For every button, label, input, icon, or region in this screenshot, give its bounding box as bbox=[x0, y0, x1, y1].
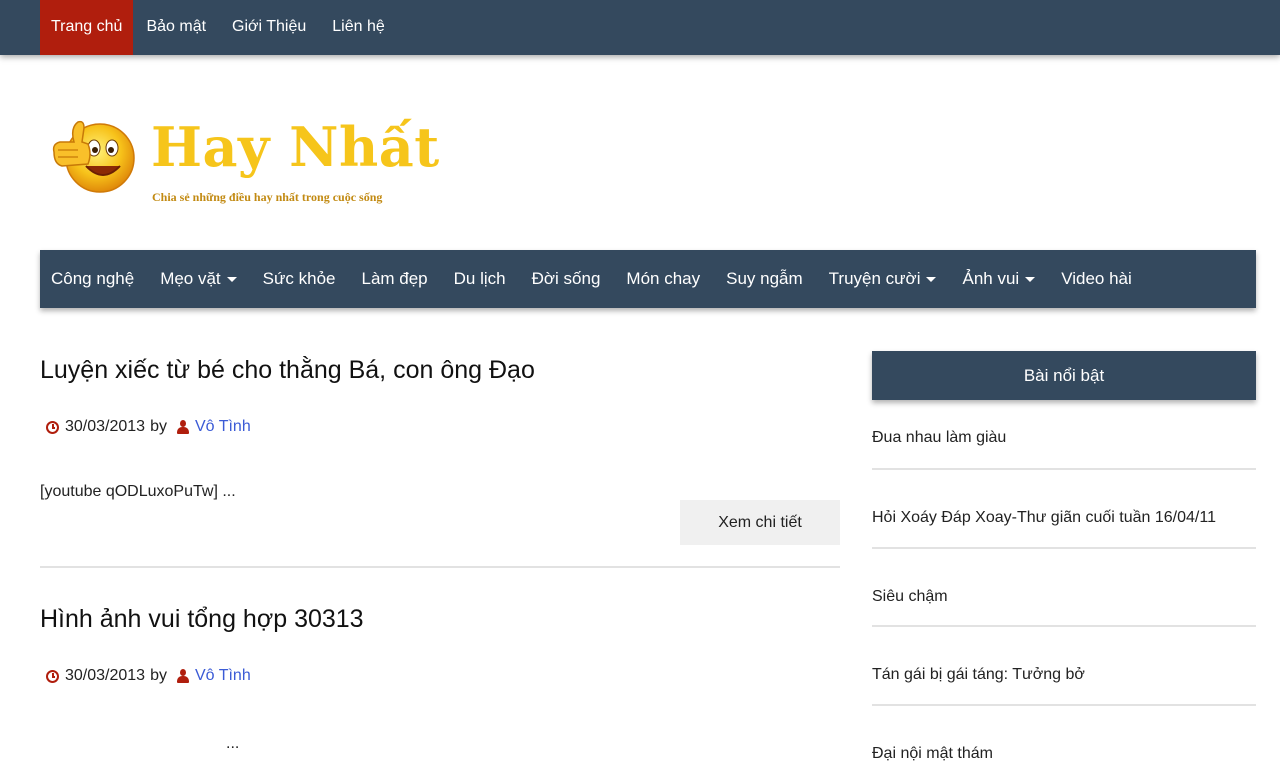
post-by-label: by bbox=[150, 667, 167, 684]
nav-label: Món chay bbox=[626, 269, 701, 288]
read-more-button[interactable]: Xem chi tiết bbox=[680, 500, 840, 545]
featured-post-link[interactable]: Tán gái bị gái táng: Tưởng bở bbox=[872, 627, 1256, 706]
caret-down-icon bbox=[926, 276, 937, 282]
nav-label: Công nghệ bbox=[51, 269, 135, 288]
top-bar: Trang chủ Bảo mật Giới Thiệu Liên hệ bbox=[0, 0, 1280, 55]
logo-tagline: Chia sẻ những điều hay nhất trong cuộc s… bbox=[152, 190, 383, 204]
site-logo[interactable]: Hay Nhất Chia sẻ những điều hay nhất tro… bbox=[48, 108, 439, 208]
featured-post-link[interactable]: Siêu chậm bbox=[872, 549, 1256, 627]
nav-label: Du lịch bbox=[453, 269, 506, 288]
featured-posts-list: Đua nhau làm giàu Hỏi Xoáy Đáp Xoay-Thư … bbox=[872, 400, 1256, 768]
post-excerpt: ... bbox=[226, 735, 240, 752]
nav-label: Sức khỏe bbox=[262, 269, 336, 288]
post-author-link[interactable]: Vô Tình bbox=[195, 418, 251, 436]
nav-label: Suy ngẫm bbox=[726, 269, 803, 288]
featured-post-link[interactable]: Đua nhau làm giàu bbox=[872, 400, 1256, 470]
topnav-contact[interactable]: Liên hệ bbox=[319, 0, 398, 55]
nav-cong-nghe[interactable]: Công nghệ bbox=[40, 250, 147, 308]
post-card: Hình ảnh vui tổng hợp 30313 30/03/2013 b… bbox=[40, 605, 840, 768]
clock-icon bbox=[46, 420, 59, 434]
sidebar: Bài nổi bật Đua nhau làm giàu Hỏi Xoáy Đ… bbox=[872, 351, 1256, 768]
nav-label: Ảnh vui bbox=[962, 269, 1020, 288]
post-meta: 30/03/2013 by Vô Tình bbox=[40, 667, 251, 685]
nav-mon-chay[interactable]: Món chay bbox=[613, 250, 713, 308]
nav-suy-ngam[interactable]: Suy ngẫm bbox=[713, 250, 816, 308]
user-icon bbox=[176, 669, 189, 683]
nav-label: Truyện cười bbox=[828, 269, 921, 288]
nav-truyen-cuoi[interactable]: Truyện cười bbox=[816, 250, 950, 308]
post-by-label: by bbox=[150, 418, 167, 435]
widget-title: Bài nổi bật bbox=[872, 351, 1256, 400]
nav-du-lich[interactable]: Du lịch bbox=[441, 250, 519, 308]
nav-label: Video hài bbox=[1061, 269, 1132, 288]
post-title[interactable]: Hình ảnh vui tổng hợp 30313 bbox=[40, 605, 840, 634]
top-nav: Trang chủ Bảo mật Giới Thiệu Liên hệ bbox=[40, 0, 398, 55]
nav-label: Làm đẹp bbox=[361, 269, 428, 288]
post-meta: 30/03/2013 by Vô Tình bbox=[40, 418, 251, 436]
post-divider bbox=[40, 566, 840, 568]
clock-icon bbox=[46, 669, 59, 683]
topnav-home[interactable]: Trang chủ bbox=[40, 0, 134, 55]
nav-suc-khoe[interactable]: Sức khỏe bbox=[250, 250, 349, 308]
nav-doi-song[interactable]: Đời sống bbox=[519, 250, 614, 308]
post-date: 30/03/2013 bbox=[65, 667, 146, 684]
nav-label: Mẹo vặt bbox=[160, 269, 221, 288]
user-icon bbox=[176, 420, 189, 434]
nav-video-hai[interactable]: Video hài bbox=[1048, 250, 1145, 308]
post-date: 30/03/2013 bbox=[65, 418, 146, 435]
topnav-about[interactable]: Giới Thiệu bbox=[219, 0, 319, 55]
featured-post-link[interactable]: Hỏi Xoáy Đáp Xoay-Thư giãn cuối tuần 16/… bbox=[872, 470, 1256, 549]
post-title[interactable]: Luyện xiếc từ bé cho thằng Bá, con ông Đ… bbox=[40, 356, 840, 385]
thumbs-up-smiley-icon bbox=[52, 120, 135, 193]
nav-label: Đời sống bbox=[531, 269, 601, 288]
nav-lam-dep[interactable]: Làm đẹp bbox=[348, 250, 440, 308]
post-excerpt: [youtube qODLuxoPuTw] ... bbox=[40, 483, 236, 500]
logo-title: Hay Nhất bbox=[151, 115, 440, 179]
nav-anh-vui[interactable]: Ảnh vui bbox=[949, 250, 1048, 308]
caret-down-icon bbox=[1025, 276, 1036, 282]
main-nav: Công nghệ Mẹo vặt Sức khỏe Làm đẹp Du lị… bbox=[40, 250, 1256, 308]
topnav-privacy[interactable]: Bảo mật bbox=[133, 0, 219, 55]
caret-down-icon bbox=[226, 276, 237, 282]
post-author-link[interactable]: Vô Tình bbox=[195, 667, 251, 685]
featured-post-link[interactable]: Đại nội mật thám bbox=[872, 706, 1256, 768]
post-card: Luyện xiếc từ bé cho thằng Bá, con ông Đ… bbox=[40, 356, 840, 546]
nav-meo-vat[interactable]: Mẹo vặt bbox=[147, 250, 249, 308]
